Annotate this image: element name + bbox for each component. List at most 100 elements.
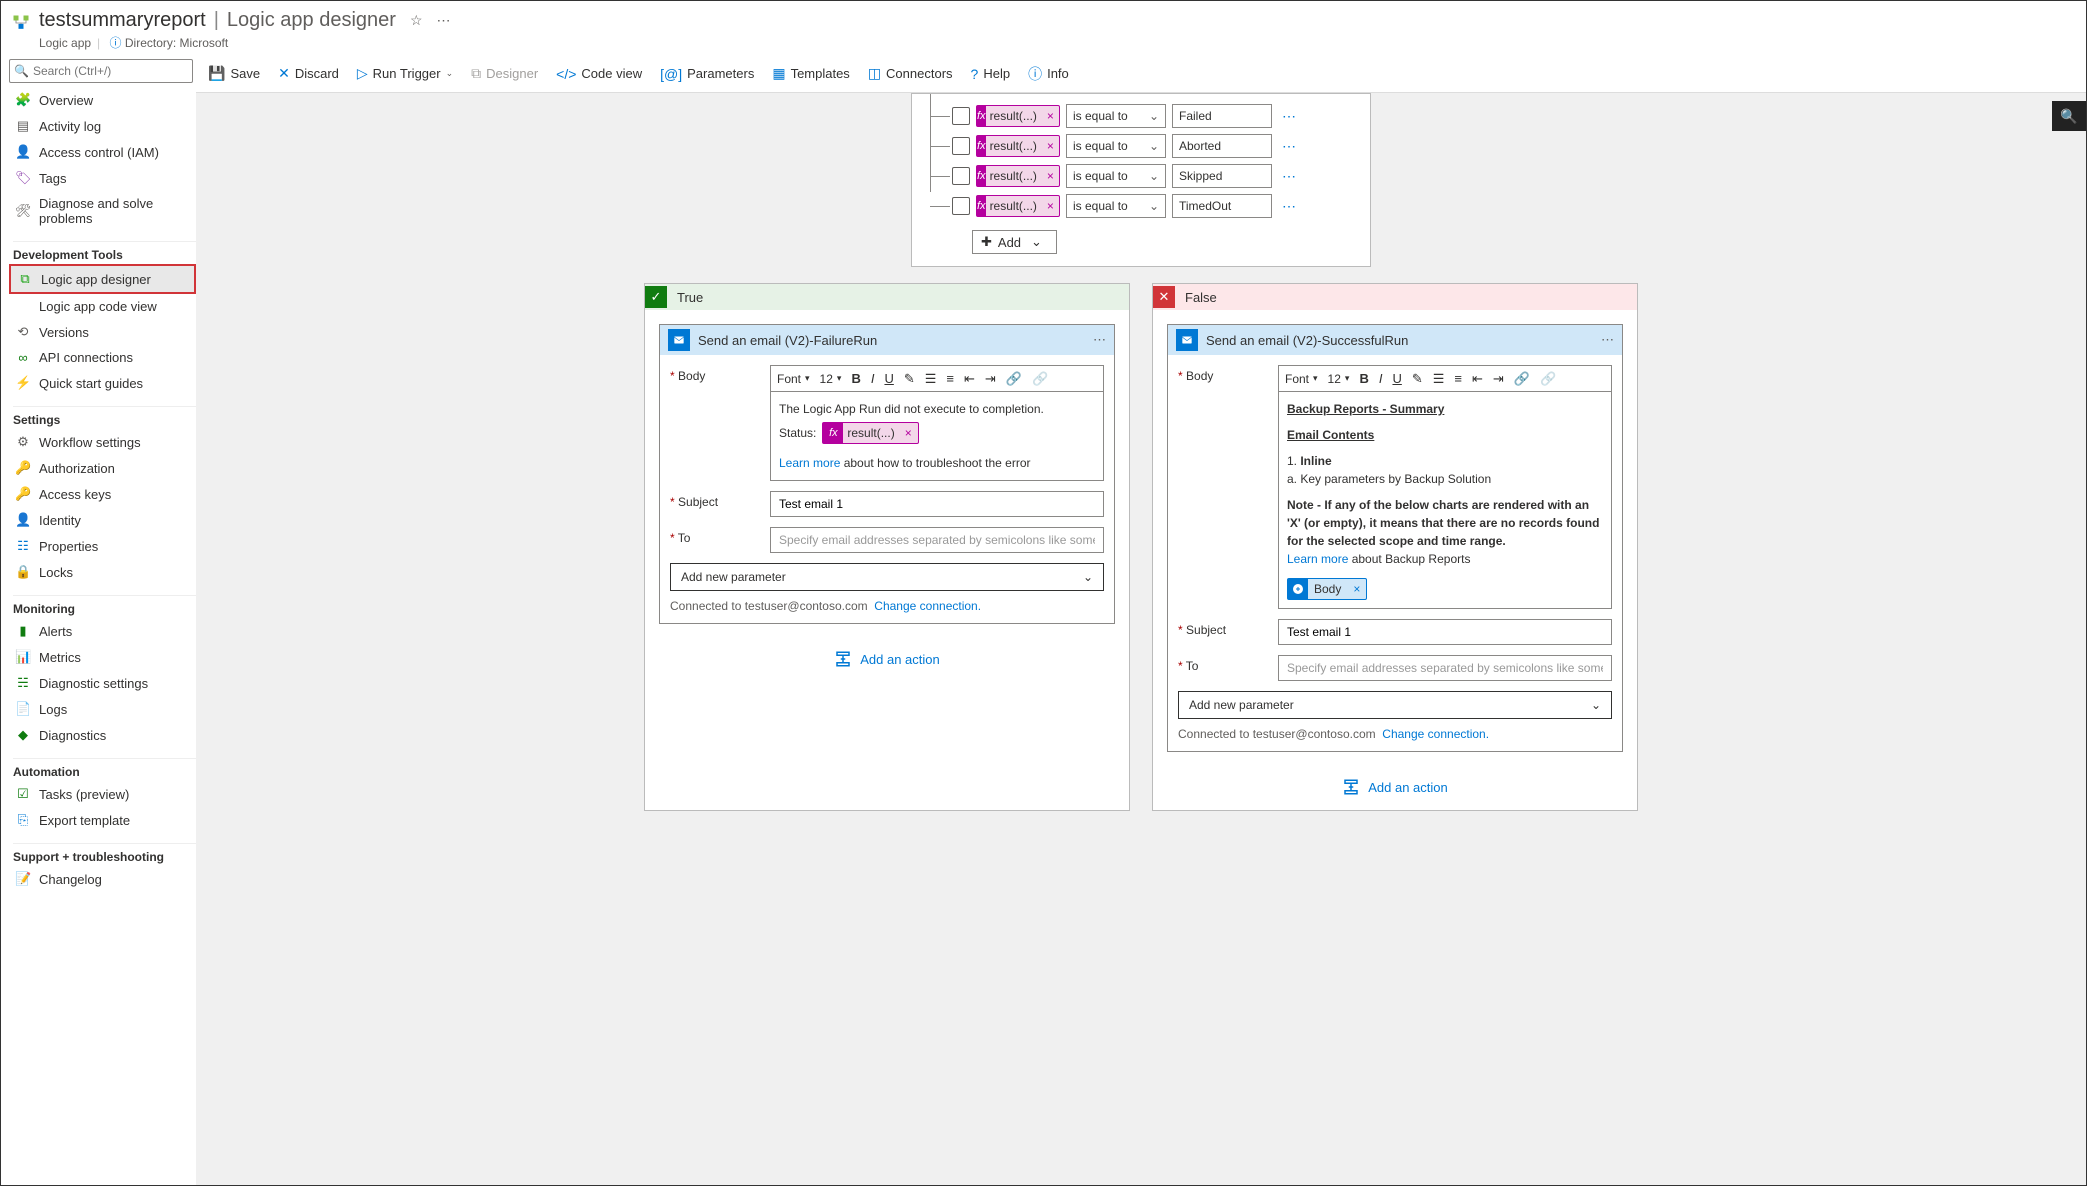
search-input[interactable]: 🔍 [9,59,193,83]
learn-more-link[interactable]: Learn more [779,456,840,470]
sidebar-item[interactable]: 🔒Locks [9,559,196,585]
templates-button[interactable]: ▦Templates [772,65,849,82]
sidebar-item[interactable]: ☵Diagnostic settings [9,670,196,696]
numbers-icon[interactable]: ≡ [946,371,954,386]
parameters-button[interactable]: [@]Parameters [660,66,754,82]
sidebar-item[interactable]: ⚡Quick start guides [9,370,196,396]
rte-toolbar[interactable]: Font 12 B I U ✎ ☰ ≡ [770,365,1104,391]
indent-icon[interactable]: ⇥ [985,371,996,387]
underline-icon[interactable]: U [884,371,893,386]
bold-icon[interactable]: B [1359,371,1368,386]
link-icon[interactable]: 🔗 [1514,371,1530,387]
add-parameter-dropdown[interactable]: Add new parameter⌄ [1178,691,1612,719]
bullets-icon[interactable]: ☰ [1433,371,1445,387]
codeview-button[interactable]: </>Code view [556,66,642,82]
sidebar-item[interactable]: Logic app code view [9,294,196,319]
sidebar-item[interactable]: 👤Identity [9,507,196,533]
learn-more-link[interactable]: Learn more [1287,552,1348,566]
token-remove-icon[interactable]: × [1041,109,1060,123]
sidebar-item[interactable]: 👤Access control (IAM) [9,139,196,165]
value-input[interactable]: Skipped [1172,164,1272,188]
unlink-icon[interactable]: 🔗 [1540,371,1556,387]
add-action-button[interactable]: Add an action [659,650,1115,668]
sidebar-item[interactable]: 📊Metrics [9,644,196,670]
row-more-icon[interactable]: ⋯ [1278,198,1300,215]
change-connection-link[interactable]: Change connection. [874,599,981,613]
sidebar-item[interactable]: 🔑Access keys [9,481,196,507]
add-parameter-dropdown[interactable]: Add new parameter⌄ [670,563,1104,591]
expression-token[interactable]: fxresult(...)× [976,195,1060,217]
favorite-star-icon[interactable]: ☆ [410,12,423,29]
sidebar-item[interactable]: 🔑Authorization [9,455,196,481]
sidebar-item[interactable]: ▮Alerts [9,618,196,644]
token-remove-icon[interactable]: × [1041,169,1060,183]
bullets-icon[interactable]: ☰ [925,371,937,387]
expression-token[interactable]: fxresult(...)× [976,165,1060,187]
change-connection-link[interactable]: Change connection. [1382,727,1489,741]
token-remove-icon[interactable]: × [1041,199,1060,213]
sidebar-item[interactable]: ☷Properties [9,533,196,559]
outdent-icon[interactable]: ⇤ [964,371,975,387]
sidebar-item[interactable]: ⟲Versions [9,319,196,345]
subject-input[interactable] [770,491,1104,517]
numbers-icon[interactable]: ≡ [1454,371,1462,386]
action-more-icon[interactable]: ⋯ [1093,332,1106,348]
italic-icon[interactable]: I [871,371,875,386]
token-remove-icon[interactable]: × [899,424,918,442]
connectors-button[interactable]: ◫Connectors [868,65,953,82]
add-action-button[interactable]: Add an action [1167,778,1623,796]
sidebar-item[interactable]: ⚙Workflow settings [9,429,196,455]
row-checkbox[interactable] [952,137,970,155]
sidebar-item[interactable]: ▤Activity log [9,113,196,139]
designer-button[interactable]: ⧉Designer [471,65,538,82]
indent-icon[interactable]: ⇥ [1493,371,1504,387]
token-remove-icon[interactable]: × [1041,139,1060,153]
highlight-icon[interactable]: ✎ [1412,371,1423,387]
sidebar-item[interactable]: 🧩Overview [9,87,196,113]
operator-select[interactable]: is equal to [1066,164,1166,188]
rte-toolbar[interactable]: Font 12 B I U ✎ ☰ ≡ [1278,365,1612,391]
help-button[interactable]: ?Help [971,66,1011,82]
outdent-icon[interactable]: ⇤ [1472,371,1483,387]
sidebar-item[interactable]: 📄Logs [9,696,196,722]
row-checkbox[interactable] [952,197,970,215]
expression-token[interactable]: fxresult(...)× [976,135,1060,157]
italic-icon[interactable]: I [1379,371,1383,386]
value-input[interactable]: TimedOut [1172,194,1272,218]
value-input[interactable]: Aborted [1172,134,1272,158]
rte-body[interactable]: Backup Reports - Summary Email Contents … [1278,391,1612,609]
highlight-icon[interactable]: ✎ [904,371,915,387]
row-more-icon[interactable]: ⋯ [1278,108,1300,125]
row-more-icon[interactable]: ⋯ [1278,138,1300,155]
font-select[interactable]: Font [1285,372,1318,386]
to-input[interactable] [1278,655,1612,681]
sidebar-item[interactable]: ◆Diagnostics [9,722,196,748]
subject-input[interactable] [1278,619,1612,645]
font-select[interactable]: Font [777,372,810,386]
row-checkbox[interactable] [952,107,970,125]
bold-icon[interactable]: B [851,371,860,386]
sidebar-item[interactable]: 🛠Diagnose and solve problems [9,191,196,231]
size-select[interactable]: 12 [820,372,842,386]
link-icon[interactable]: 🔗 [1006,371,1022,387]
action-more-icon[interactable]: ⋯ [1601,332,1614,348]
operator-select[interactable]: is equal to [1066,104,1166,128]
row-checkbox[interactable] [952,167,970,185]
sidebar-item[interactable]: ∞API connections [9,345,196,370]
header-more-icon[interactable]: ⋯ [437,12,451,29]
operator-select[interactable]: is equal to [1066,194,1166,218]
save-button[interactable]: 💾Save [208,65,260,82]
unlink-icon[interactable]: 🔗 [1032,371,1048,387]
token-remove-icon[interactable]: × [1347,580,1366,598]
expression-token[interactable]: fxresult(...)× [976,105,1060,127]
rte-body[interactable]: The Logic App Run did not execute to com… [770,391,1104,481]
sidebar-item[interactable]: ☑Tasks (preview) [9,781,196,807]
sidebar-item[interactable]: ⎘Export template [9,807,196,833]
value-input[interactable]: Failed [1172,104,1272,128]
add-condition-button[interactable]: ✚Add [972,230,1057,254]
sidebar-item[interactable]: 🏷Tags [9,165,196,191]
to-input[interactable] [770,527,1104,553]
underline-icon[interactable]: U [1392,371,1401,386]
sidebar-item[interactable]: ⧉Logic app designer [9,264,196,294]
sidebar-item[interactable]: 📝Changelog [9,866,196,892]
